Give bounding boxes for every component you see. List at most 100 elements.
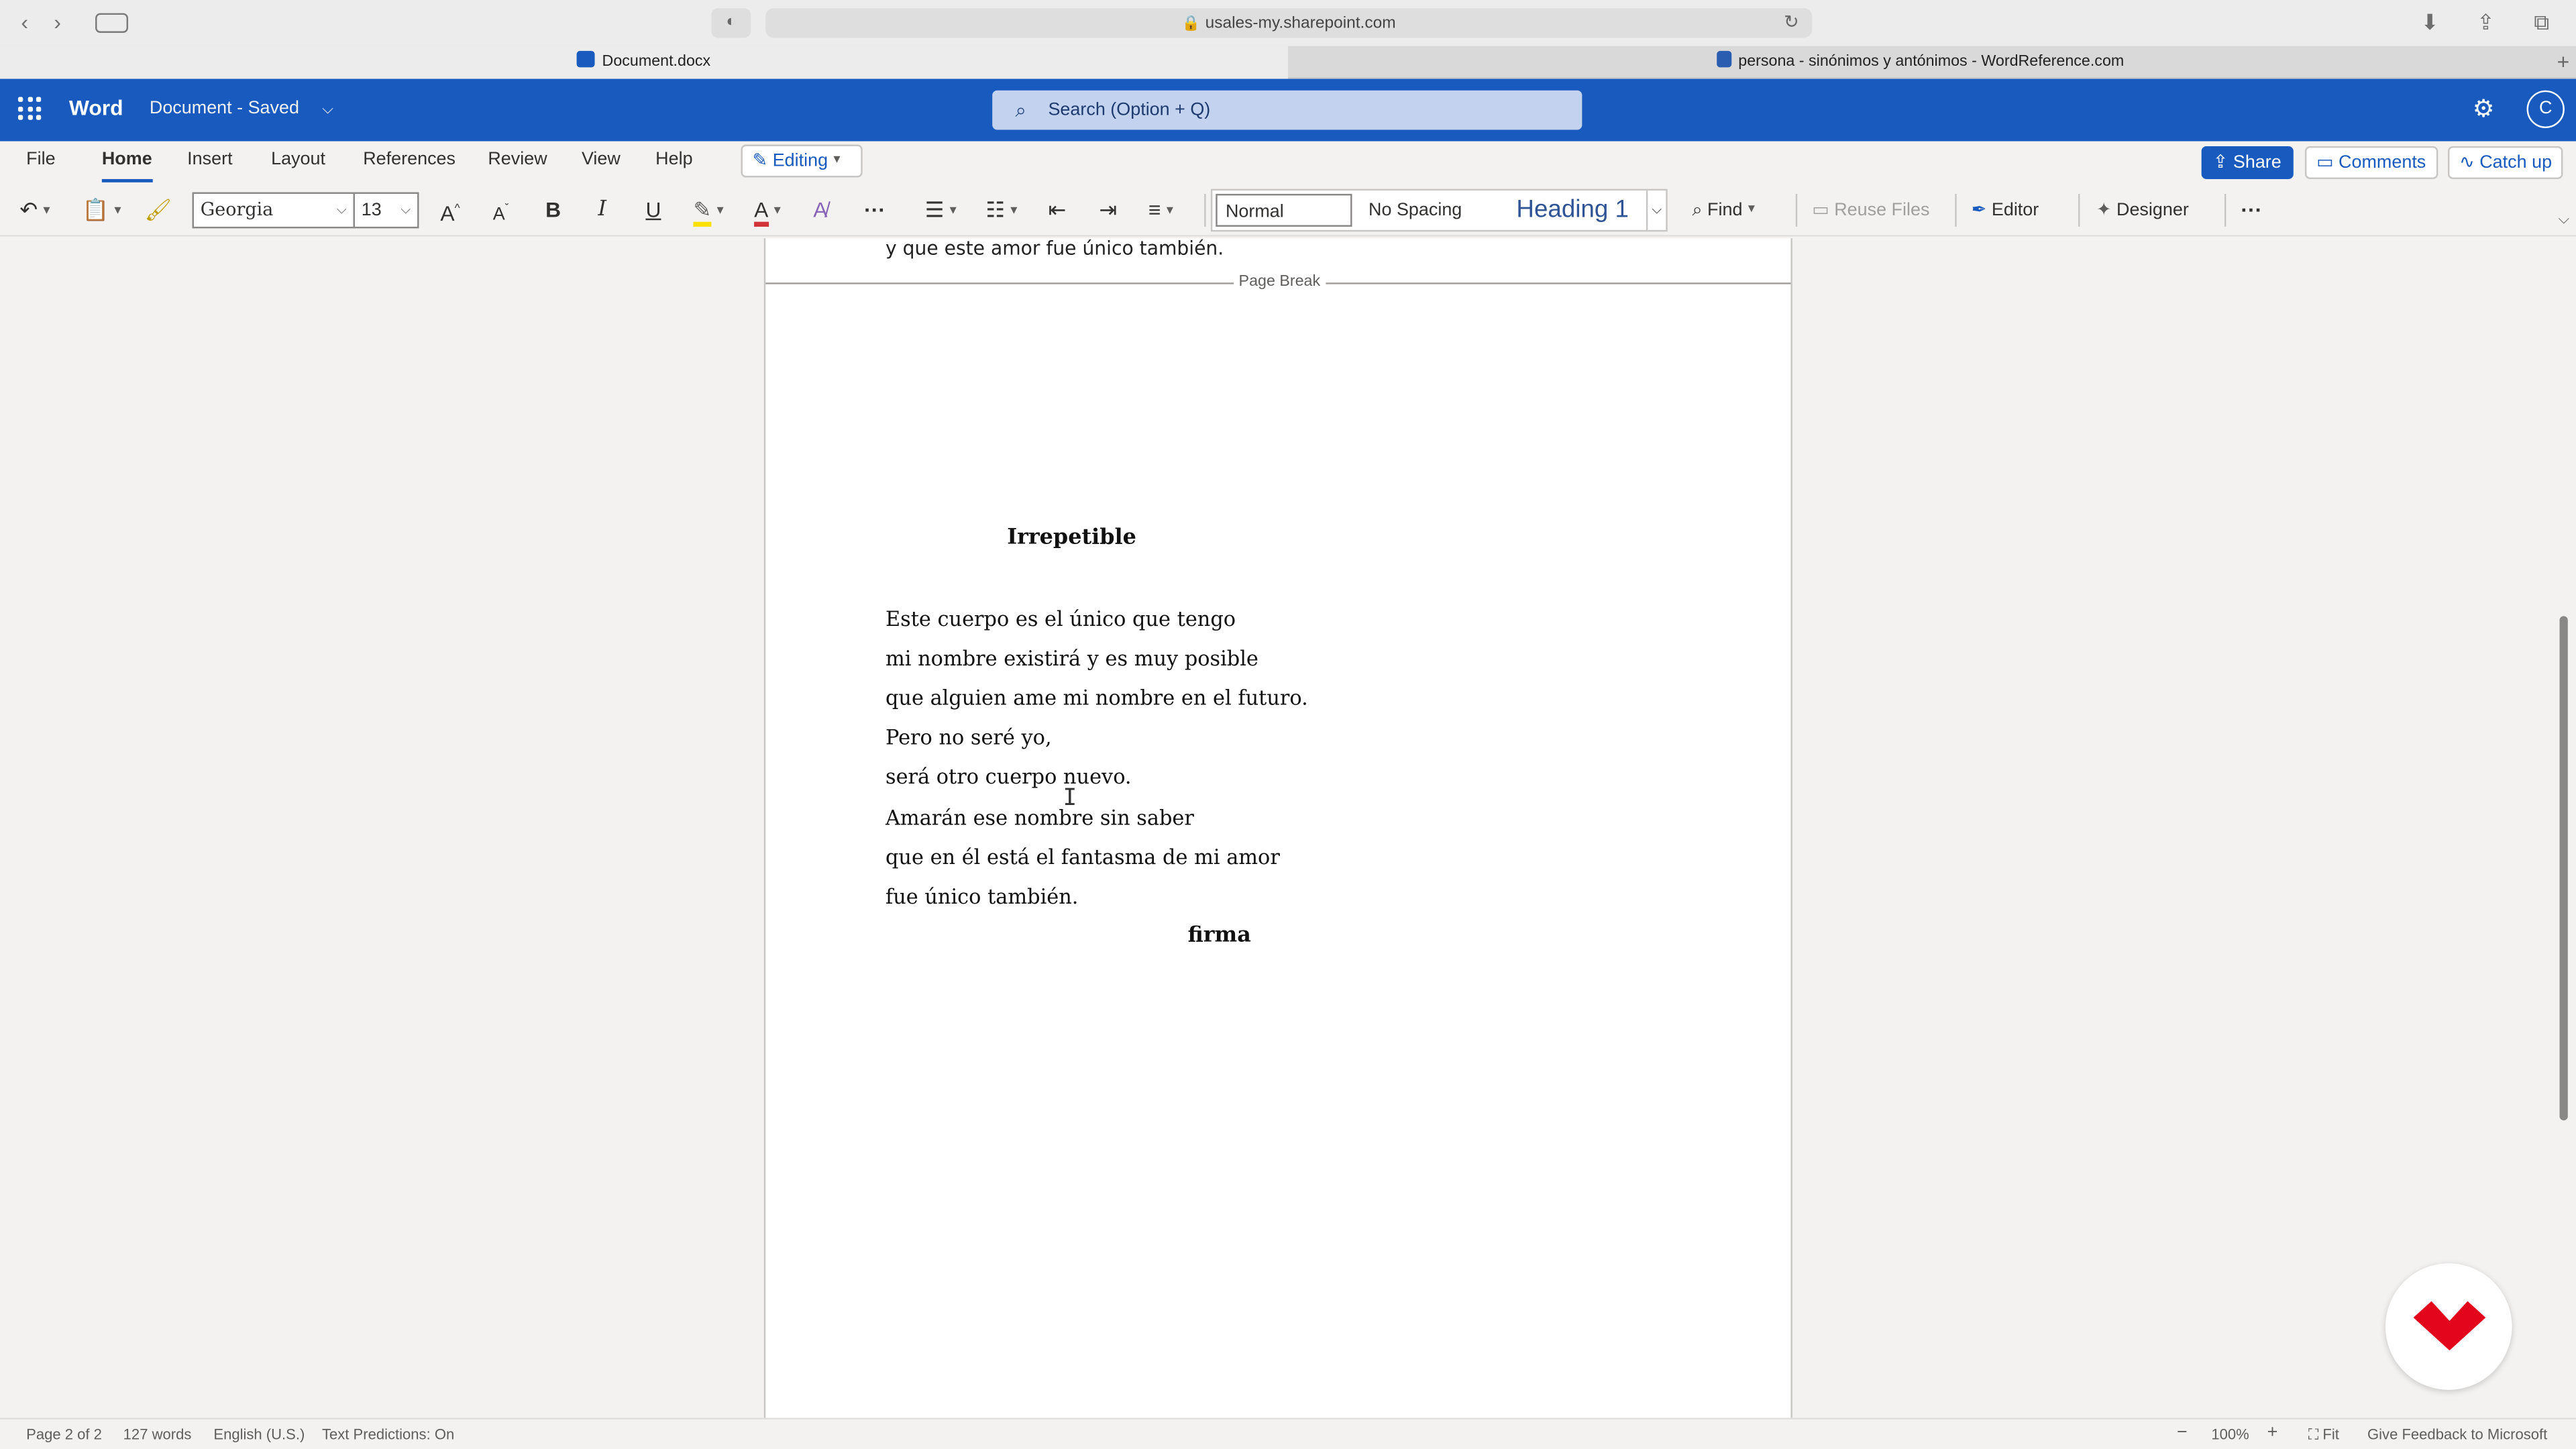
editing-mode-button[interactable]: ✎ Editing ▼ <box>741 144 863 178</box>
tabs-overview-icon[interactable]: ⧉ <box>2527 10 2557 36</box>
document-title[interactable]: Document - Saved ⌵ <box>150 99 333 118</box>
zoom-level[interactable]: 100% <box>2211 1426 2249 1442</box>
search-placeholder: Search (Option + Q) <box>1048 100 1211 120</box>
underline-icon[interactable]: U <box>645 195 661 225</box>
paste-icon[interactable]: 📋 ▼ <box>82 195 123 227</box>
tab-home[interactable]: Home <box>101 150 152 182</box>
page-indicator[interactable]: Page 2 of 2 <box>26 1426 102 1442</box>
chevron-down-icon: ⌵ <box>336 202 347 217</box>
forward-icon[interactable]: › <box>43 10 72 36</box>
word-count[interactable]: 127 words <box>123 1426 192 1442</box>
tab-layout[interactable]: Layout <box>271 150 325 169</box>
text-predictions-indicator[interactable]: Text Predictions: On <box>322 1426 454 1442</box>
chevron-down-icon[interactable]: ⌵ <box>322 100 333 116</box>
decrease-indent-icon[interactable]: ⇤ <box>1048 195 1066 225</box>
poem-line: que alguien ame mi nombre en el futuro. <box>885 685 1308 710</box>
tab-help[interactable]: Help <box>655 150 692 169</box>
divider <box>2078 193 2080 227</box>
search-input[interactable]: ⌕ Search (Option + Q) <box>992 90 1582 130</box>
language-indicator[interactable]: English (U.S.) <box>213 1426 305 1442</box>
shield-icon[interactable]: ◐ <box>711 8 751 38</box>
brand-badge[interactable] <box>2385 1263 2512 1390</box>
address-bar[interactable]: 🔒 usales-my.sharepoint.com ↻ <box>765 8 1813 38</box>
tab-document[interactable]: Document.docx <box>0 46 1289 79</box>
increase-indent-icon[interactable]: ⇥ <box>1099 195 1117 225</box>
highlight-icon[interactable]: ✎ ▼ <box>693 195 726 227</box>
tab-insert[interactable]: Insert <box>187 150 232 169</box>
tab-view[interactable]: View <box>582 150 621 169</box>
app-launcher-icon[interactable] <box>17 97 42 120</box>
reuse-files-label: Reuse Files <box>1834 200 1930 221</box>
poem-line: será otro cuerpo nuevo. <box>885 763 1132 789</box>
poem-title: Irrepetible <box>1007 525 1136 551</box>
style-normal[interactable]: Normal <box>1216 193 1352 227</box>
comments-button[interactable]: ▭ Comments <box>2304 146 2438 179</box>
word-header: Word Document - Saved ⌵ ⌕ Search (Option … <box>0 78 2576 142</box>
editor-label: Editor <box>1991 200 2039 221</box>
vertical-scrollbar[interactable] <box>2559 616 2568 1121</box>
sidebar-icon[interactable] <box>95 13 129 33</box>
share-sheet-icon[interactable]: ⇪ <box>2471 10 2500 36</box>
clear-formatting-icon[interactable]: A̸ <box>813 195 827 225</box>
font-color-icon[interactable]: A ▼ <box>754 195 783 227</box>
editing-label: Editing <box>772 151 828 171</box>
chevron-down-icon[interactable]: ⌵ <box>1646 191 1666 230</box>
search-icon: ⌕ <box>1015 98 1026 122</box>
grow-font-icon[interactable]: A^ <box>440 195 460 229</box>
align-icon[interactable]: ≡ ▼ <box>1148 195 1175 227</box>
text-cursor-icon: I <box>1063 785 1077 812</box>
font-size-select[interactable]: 13 ⌵ <box>353 192 419 229</box>
back-icon[interactable]: ‹ <box>10 10 40 36</box>
numbering-icon[interactable]: ☷ ▼ <box>985 195 1019 227</box>
tab-references[interactable]: References <box>363 150 455 169</box>
find-button[interactable]: ⌕ Find ▼ <box>1692 195 1757 225</box>
zoom-out-icon[interactable]: − <box>2177 1423 2188 1442</box>
new-tab-icon[interactable]: + <box>2557 49 2570 74</box>
tab-file[interactable]: File <box>26 150 55 169</box>
designer-icon: ✦ <box>2096 200 2117 221</box>
undo-icon[interactable]: ↶ ▼ <box>19 195 52 227</box>
ribbon-tabs: File Home Insert Layout References Revie… <box>0 141 2576 184</box>
font-name-select[interactable]: Georgia ⌵ <box>192 192 355 229</box>
fit-button[interactable]: ⛶ Fit <box>2308 1426 2339 1444</box>
reload-icon[interactable]: ↻ <box>1784 8 1799 38</box>
shrink-font-icon[interactable]: Aˇ <box>493 195 509 229</box>
format-painter-icon[interactable]: 🖌 <box>145 195 172 225</box>
tab-wordreference[interactable]: persona - sinónimos y antónimos - WordRe… <box>1288 46 2553 79</box>
italic-icon[interactable]: I <box>598 195 606 225</box>
comments-label: Comments <box>2339 152 2426 173</box>
app-name: Word <box>68 95 123 120</box>
document-page[interactable]: y que este amor fue único también. Page … <box>763 238 1792 1418</box>
chevron-down-icon: ⌵ <box>400 202 411 217</box>
share-button[interactable]: ⇪ Share <box>2201 146 2293 179</box>
chevron-down-icon: ▼ <box>831 154 843 166</box>
designer-button[interactable]: ✦ Designer <box>2096 195 2189 225</box>
avatar[interactable]: C <box>2526 90 2565 129</box>
reuse-files-button[interactable]: ▭ Reuse Files <box>1812 195 1929 225</box>
feedback-link[interactable]: Give Feedback to Microsoft <box>2367 1426 2547 1442</box>
styles-gallery: Normal No Spacing Heading 1 ⌵ <box>1210 189 1668 232</box>
font-name-value: Georgia <box>200 199 274 221</box>
bold-icon[interactable]: B <box>545 195 561 225</box>
more-commands-icon[interactable]: ··· <box>2241 195 2262 225</box>
bullets-icon[interactable]: ☰ ▼ <box>925 195 959 227</box>
tab-review[interactable]: Review <box>488 150 547 169</box>
zoom-in-icon[interactable]: + <box>2267 1423 2278 1442</box>
lock-icon: 🔒 <box>1181 15 1201 32</box>
poem-line: mi nombre existirá y es muy posible <box>885 645 1258 671</box>
download-icon[interactable]: ⬇ <box>2415 10 2445 36</box>
wordreference-favicon-icon <box>1717 50 1732 68</box>
fit-icon: ⛶ <box>2308 1426 2323 1443</box>
gear-icon[interactable]: ⚙ <box>2473 94 2495 123</box>
signature-text: firma <box>1187 923 1251 949</box>
designer-label: Designer <box>2116 200 2189 221</box>
more-options-icon[interactable]: ··· <box>864 195 885 225</box>
catchup-label: Catch up <box>2479 152 2553 173</box>
tab-label: persona - sinónimos y antónimos - WordRe… <box>1738 52 2125 71</box>
catch-up-button[interactable]: ∿ Catch up <box>2448 146 2564 179</box>
editor-button[interactable]: ✒ Editor <box>1972 195 2039 225</box>
collapse-ribbon-icon[interactable]: ⌵ <box>2559 210 2570 228</box>
document-canvas: y que este amor fue único también. Page … <box>0 238 2576 1418</box>
style-heading-1[interactable]: Heading 1 <box>1516 194 1628 227</box>
style-no-spacing[interactable]: No Spacing <box>1368 194 1462 227</box>
